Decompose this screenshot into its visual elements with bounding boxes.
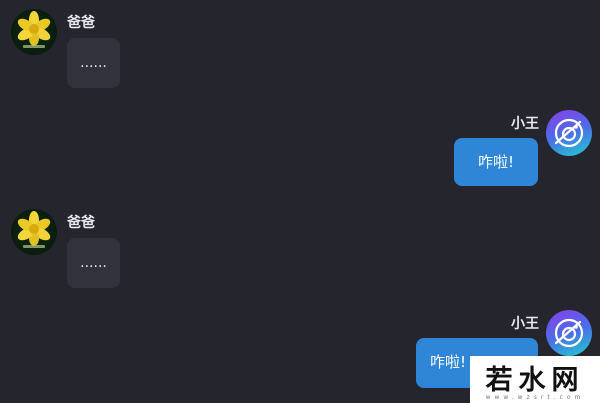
message-bubble[interactable]: ...... [67,238,120,288]
planet-icon [554,118,584,148]
message-received: 爸爸 ...... [0,0,600,100]
sender-name: 爸爸 [67,15,95,31]
flower-icon [17,211,51,248]
flower-avatar[interactable] [11,209,57,255]
sender-name: 爸爸 [67,215,95,231]
message-received: 爸爸 ...... [0,200,600,300]
watermark-logo: 若水网 www.wzsrt.com [470,356,600,403]
globe-avatar[interactable] [546,310,592,356]
message-bubble[interactable]: 咋啦! [454,138,538,186]
planet-icon [554,318,584,348]
chat-area: 爸爸 ...... 小王 咋啦! 爸爸 ...... 小王 咋啦! 若水网 ww… [0,0,600,403]
globe-avatar[interactable] [546,110,592,156]
flower-icon [17,11,51,48]
sender-name: 小王 [511,316,539,332]
message-bubble[interactable]: ...... [67,38,120,88]
sender-name: 小王 [511,116,539,132]
watermark-text: 若水网 [485,365,585,396]
flower-avatar[interactable] [11,9,57,55]
message-sent: 小王 咋啦! [0,100,600,200]
watermark-subtext: www.wzsrt.com [485,394,585,401]
